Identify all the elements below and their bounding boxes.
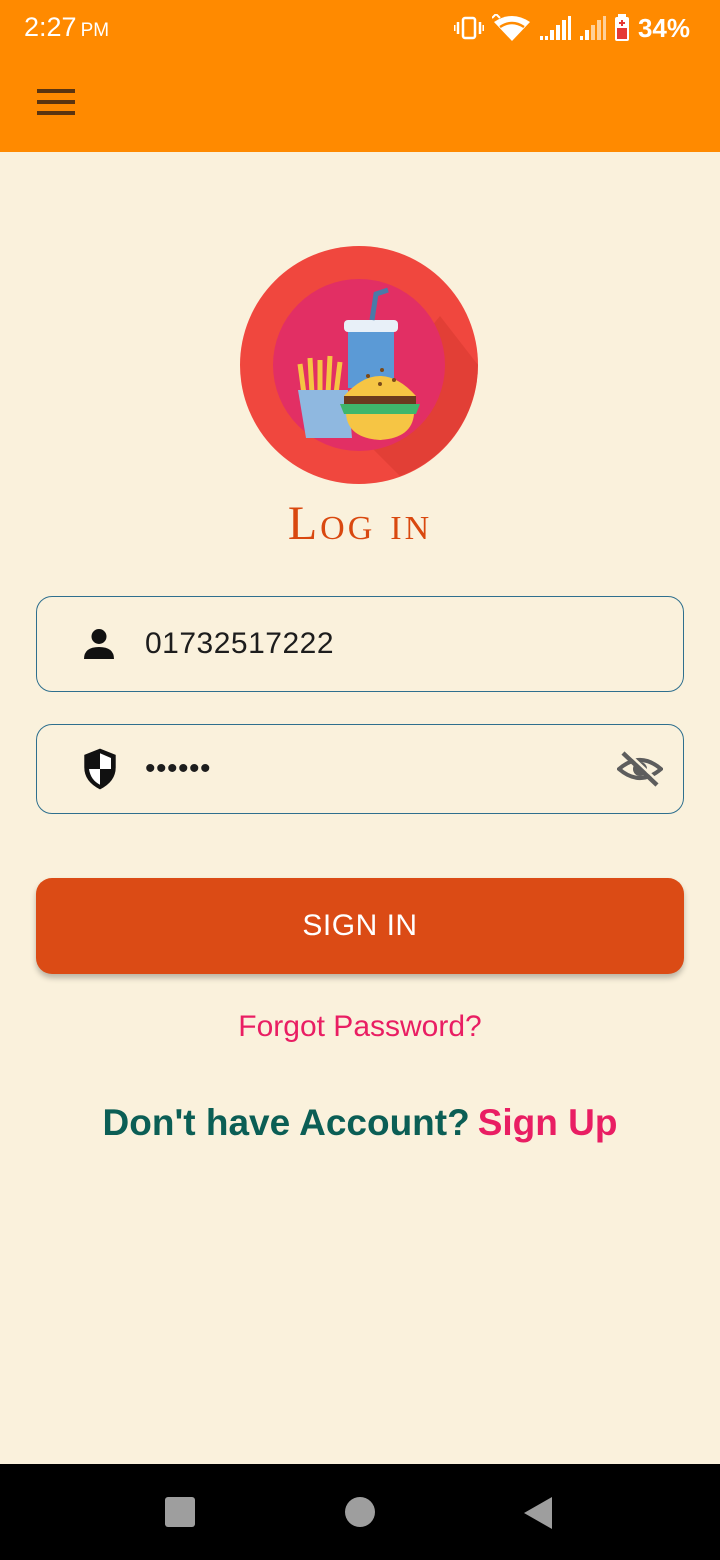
signup-row: Don't have Account? Sign Up [0,1102,720,1144]
home-circle-icon[interactable] [344,1496,376,1528]
status-time-value: 2:27 [24,12,77,42]
food-logo-icon [240,246,478,484]
status-icons: 34% [453,12,690,44]
recents-square-icon[interactable] [164,1496,196,1528]
back-triangle-icon[interactable] [522,1496,554,1530]
eye-off-icon[interactable] [617,749,663,789]
battery-icon [614,14,629,41]
page-title: Log in [287,497,433,550]
status-ampm: PM [80,20,110,41]
shield-icon [84,748,116,790]
app-bar: 2:27 PM 34% [0,0,720,152]
sign-in-button[interactable]: SIGN IN [36,878,684,974]
person-icon [84,629,114,659]
signal-icon [579,16,606,40]
no-account-text: Don't have Account? [102,1102,470,1143]
password-field[interactable]: •••••• [36,724,684,814]
username-input[interactable] [145,627,585,661]
signal-icon [539,16,571,40]
system-nav-bar [0,1464,720,1560]
forgot-password-link[interactable]: Forgot Password? [0,1010,720,1044]
password-input[interactable]: •••••• [145,752,585,786]
vibrate-icon [453,16,484,40]
hamburger-menu-icon [37,89,75,115]
status-time: 2:27 PM [24,12,109,43]
sign-up-link[interactable]: Sign Up [478,1102,618,1143]
wifi-icon [491,14,530,41]
username-field[interactable] [36,596,684,692]
hamburger-menu-button[interactable] [26,78,86,126]
battery-percent: 34% [637,12,690,43]
